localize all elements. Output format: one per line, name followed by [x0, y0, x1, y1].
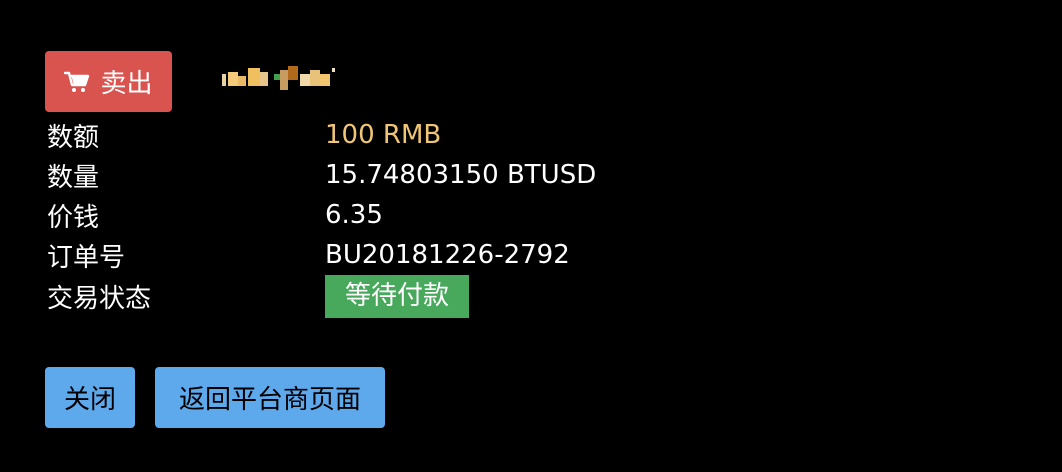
- detail-row-quantity: 数量 15.74803150 BTUSD: [47, 157, 596, 193]
- return-to-merchant-button[interactable]: 返回平台商页面: [155, 367, 385, 428]
- masked-merchant-name: [222, 64, 342, 90]
- price-label: 价钱: [47, 202, 100, 233]
- quantity-label: 数量: [47, 162, 100, 193]
- detail-row-order-number: 订单号 BU20181226-2792: [47, 237, 570, 273]
- order-number-value: BU20181226-2792: [325, 240, 570, 270]
- detail-row-amount: 数额 100 RMB: [47, 117, 441, 153]
- shopping-cart-icon: [64, 71, 90, 93]
- sell-label: 卖出: [100, 69, 153, 99]
- amount-value: 100 RMB: [325, 120, 442, 150]
- detail-row-price: 价钱 6.35: [47, 197, 383, 233]
- price-value: 6.35: [325, 200, 383, 230]
- quantity-value: 15.74803150 BTUSD: [325, 160, 597, 190]
- status-label: 交易状态: [47, 283, 152, 314]
- detail-row-status: 交易状态 等待付款: [47, 274, 470, 318]
- close-button[interactable]: 关闭: [45, 367, 135, 428]
- order-number-label: 订单号: [47, 242, 126, 273]
- amount-label: 数额: [47, 122, 100, 153]
- status-badge: 等待付款: [325, 274, 470, 318]
- sell-badge: 卖出: [45, 51, 172, 112]
